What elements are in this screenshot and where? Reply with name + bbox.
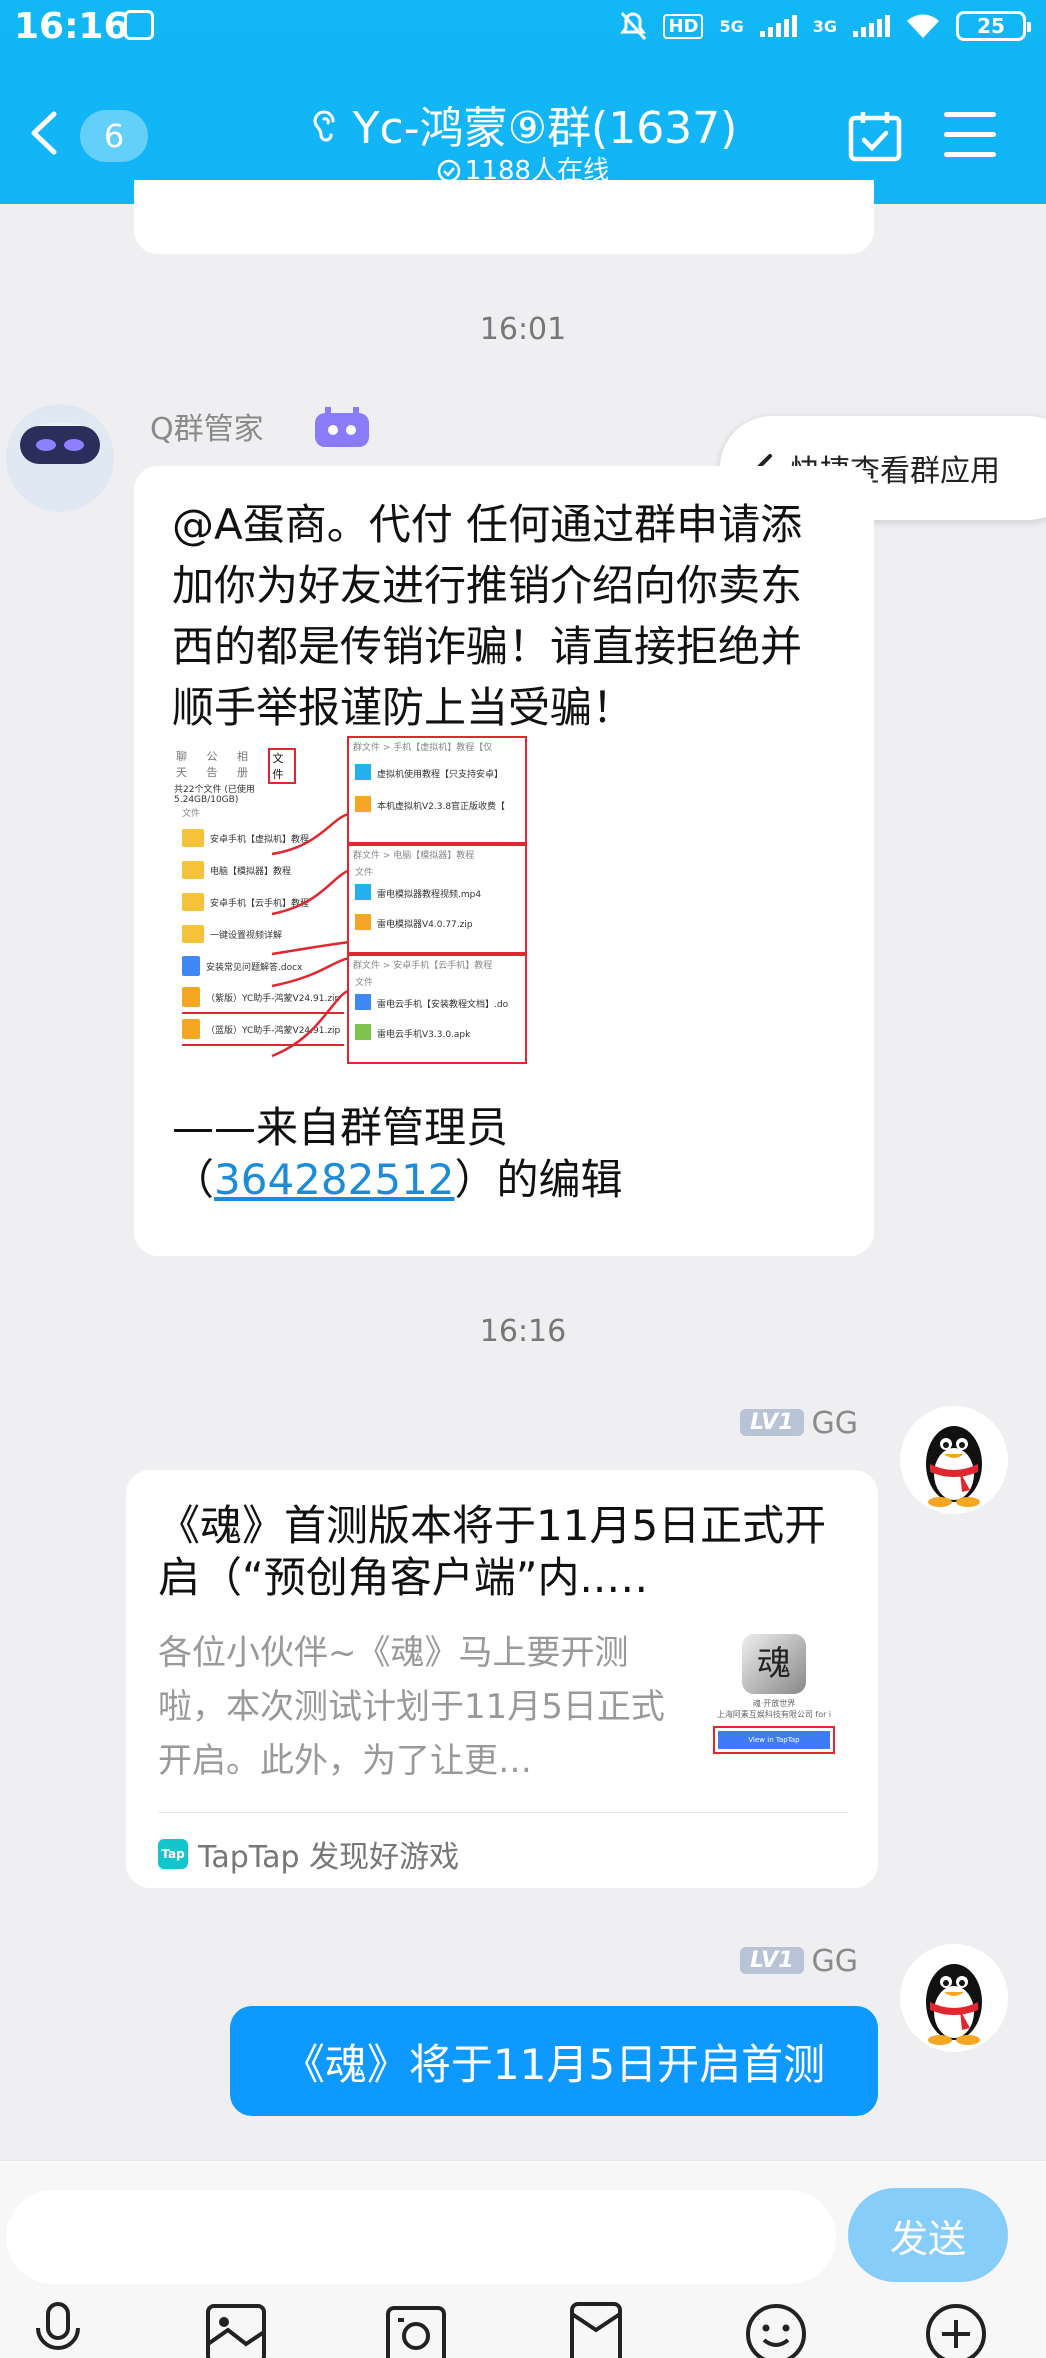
ear-icon bbox=[313, 110, 335, 142]
sender-name: GG bbox=[811, 1944, 859, 1979]
image-icon[interactable] bbox=[202, 2300, 270, 2358]
card-source-text: TapTap 发现好游戏 bbox=[198, 1840, 460, 1875]
thumb-button-frame: View in TapTap bbox=[713, 1726, 835, 1754]
footer-prefix: ——来自群管理员 bbox=[172, 1103, 509, 1152]
shot-box-row: 雷电模拟器教程视频.mp4 bbox=[355, 880, 519, 910]
card-description: 各位小伙伴~《魂》马上要开测啦，本次测试计划于11月5日正式开启。此外，为了让更… bbox=[158, 1633, 665, 1781]
menu-icon[interactable] bbox=[944, 112, 996, 158]
signal-icon-2 bbox=[853, 15, 890, 37]
shot-box-row: 雷电云手机【安装教程文档】.do bbox=[355, 990, 519, 1020]
status-icons: HD 5G 3G 25 bbox=[619, 8, 1031, 44]
camera-icon[interactable] bbox=[382, 2300, 450, 2358]
sender-name-row: LV1 GG bbox=[740, 1406, 858, 1441]
thumb-line-2: 上海阿素互娱科技有限公司 for i bbox=[716, 1710, 832, 1719]
bot-message-text: @A蛋商。代付 任何通过群申请添加你为好友进行推销介绍向你卖东西的都是传销诈骗！… bbox=[172, 500, 803, 732]
emoji-icon[interactable] bbox=[742, 2300, 810, 2358]
footer-suffix: ）的编辑 bbox=[454, 1155, 623, 1204]
calendar-check-icon[interactable] bbox=[848, 110, 902, 162]
status-time: 16:16 bbox=[14, 6, 129, 47]
bot-avatar[interactable] bbox=[6, 404, 114, 512]
shot-box-row: 雷电模拟器V4.0.77.zip bbox=[355, 910, 519, 940]
video-file-icon bbox=[355, 764, 371, 780]
sender-name: GG bbox=[811, 1406, 859, 1441]
shot-box-row: 虚拟机使用教程【只支持安卓】 bbox=[355, 759, 519, 791]
video-file-icon bbox=[355, 884, 371, 900]
shot-box-section: 文件 bbox=[355, 978, 374, 988]
send-button[interactable]: 发送 bbox=[848, 2188, 1008, 2282]
shot-box-3: 群文件 > 安卓手机【云手机】教程 文件 雷电云手机【安装教程文档】.do 雷电… bbox=[347, 954, 527, 1064]
message-input[interactable] bbox=[6, 2190, 836, 2284]
shot-box-item: 雷电云手机【安装教程文档】.do bbox=[377, 1000, 509, 1010]
footer-admin-line: （364282512）的编辑 bbox=[172, 1154, 832, 1206]
bot-message-bubble[interactable]: @A蛋商。代付 任何通过群申请添加你为好友进行推销介绍向你卖东西的都是传销诈骗！… bbox=[134, 466, 874, 1256]
game-logo: 魂 bbox=[742, 1634, 806, 1694]
group-title-text: Yc-鸿蒙⑨群(1637) bbox=[352, 103, 738, 154]
my-message-bubble[interactable]: 《魂》将于11月5日开启首测 bbox=[230, 2006, 878, 2116]
user-avatar[interactable] bbox=[900, 1406, 1008, 1514]
shot-box-1: 群文件 > 手机【虚拟机】教程【仅 虚拟机使用教程【只支持安卓】 本机虚拟机V2… bbox=[347, 736, 527, 844]
shot-box-row: 本机虚拟机V2.3.8官正版收费【 bbox=[355, 791, 519, 823]
shot-box-item: 虚拟机使用教程【只支持安卓】 bbox=[377, 770, 504, 780]
bot-name: Q群管家 bbox=[150, 412, 264, 447]
card-divider bbox=[158, 1812, 848, 1813]
shot-box-section: 文件 bbox=[355, 868, 374, 878]
level-badge: LV1 bbox=[740, 1409, 804, 1436]
shot-box-item: 雷电模拟器V4.0.77.zip bbox=[377, 920, 473, 930]
shot-box-item: 雷电模拟器教程视频.mp4 bbox=[377, 890, 482, 900]
shot-box-item: 本机虚拟机V2.3.8官正版收费【 bbox=[377, 802, 506, 812]
robot-badge-icon bbox=[315, 407, 370, 447]
screenshot-notification-icon bbox=[124, 10, 154, 40]
shot-box-row: 雷电云手机V3.3.0.apk bbox=[355, 1020, 519, 1050]
shot-box-title: 群文件 > 手机【虚拟机】教程【仅 bbox=[353, 743, 493, 753]
shot-box-item: 雷电云手机V3.3.0.apk bbox=[377, 1030, 471, 1040]
thumb-button: View in TapTap bbox=[718, 1731, 830, 1749]
chat-header: 16:16 HD 5G 3G 25 6 Yc-鸿蒙⑨群(1637) 1188人在… bbox=[0, 0, 1046, 204]
sender-name: Q群管家 bbox=[150, 404, 371, 449]
embedded-screenshot[interactable]: 聊天 公告 相册 文件 共22个文件 (已使用5.24GB/10GB) 文件 安… bbox=[172, 736, 572, 1076]
shot-box-title: 群文件 > 电脑【模拟器】教程 bbox=[353, 851, 475, 861]
shot-box-2: 群文件 > 电脑【模拟器】教程 文件 雷电模拟器教程视频.mp4 雷电模拟器V4… bbox=[347, 844, 527, 954]
network-5g: 5G bbox=[719, 16, 744, 36]
shot-box-items: 虚拟机使用教程【只支持安卓】 本机虚拟机V2.3.8官正版收费【 bbox=[349, 755, 525, 827]
sender-name-row: LV1 GG bbox=[740, 1944, 858, 1979]
red-packet-icon[interactable] bbox=[562, 2300, 630, 2358]
microphone-icon[interactable] bbox=[24, 2300, 92, 2358]
robot-face-icon bbox=[20, 422, 100, 464]
hd-icon: HD bbox=[663, 13, 704, 39]
footer-open-paren: （ bbox=[172, 1155, 215, 1204]
word-doc-icon bbox=[355, 994, 371, 1010]
signal-icon-1 bbox=[759, 15, 797, 37]
shot-box-title: 群文件 > 安卓手机【云手机】教程 bbox=[353, 961, 493, 971]
penguin-avatar-icon bbox=[926, 1426, 982, 1507]
thumb-line-1: 魂·开放世界 bbox=[752, 1699, 796, 1708]
status-bar: 16:16 HD 5G 3G 25 bbox=[0, 0, 1046, 52]
apk-icon bbox=[355, 1024, 371, 1040]
battery-icon: 25 bbox=[956, 11, 1031, 41]
admin-id-link[interactable]: 364282512 bbox=[214, 1155, 455, 1204]
card-thumbnail: 魂 魂·开放世界 上海阿素互娱科技有限公司 for i View in TapT… bbox=[704, 1634, 844, 1774]
share-card[interactable]: 《魂》首测版本将于11月5日正式开启（“预创角客户端”内..… 各位小伙伴~《魂… bbox=[126, 1470, 878, 1888]
wifi-icon bbox=[907, 14, 939, 38]
previous-message-bubble bbox=[134, 180, 874, 254]
taptap-icon: Tap bbox=[158, 1839, 188, 1869]
shot-box-items: 雷电模拟器教程视频.mp4 雷电模拟器V4.0.77.zip bbox=[349, 880, 525, 940]
zip-icon bbox=[355, 914, 371, 930]
timestamp: 16:01 bbox=[479, 312, 567, 347]
user-avatar[interactable] bbox=[900, 1944, 1008, 2052]
card-source: Tap TapTap 发现好游戏 bbox=[158, 1832, 459, 1876]
card-title: 《魂》首测版本将于11月5日正式开启（“预创角客户端”内..… bbox=[158, 1501, 827, 1602]
mute-icon bbox=[620, 12, 647, 40]
bot-footer: ——来自群管理员 （364282512）的编辑 bbox=[172, 1102, 832, 1206]
battery-level: 25 bbox=[977, 14, 1005, 38]
network-3g: 3G bbox=[812, 16, 837, 36]
shot-box-items: 雷电云手机【安装教程文档】.do 雷电云手机V3.3.0.apk bbox=[349, 990, 525, 1050]
timestamp: 16:16 bbox=[479, 1314, 567, 1349]
my-message-text: 《魂》将于11月5日开启首测 bbox=[282, 2039, 826, 2089]
zip-icon bbox=[355, 796, 371, 812]
plus-icon[interactable] bbox=[922, 2300, 990, 2358]
penguin-avatar-icon bbox=[926, 1964, 982, 2045]
level-badge: LV1 bbox=[740, 1947, 804, 1974]
